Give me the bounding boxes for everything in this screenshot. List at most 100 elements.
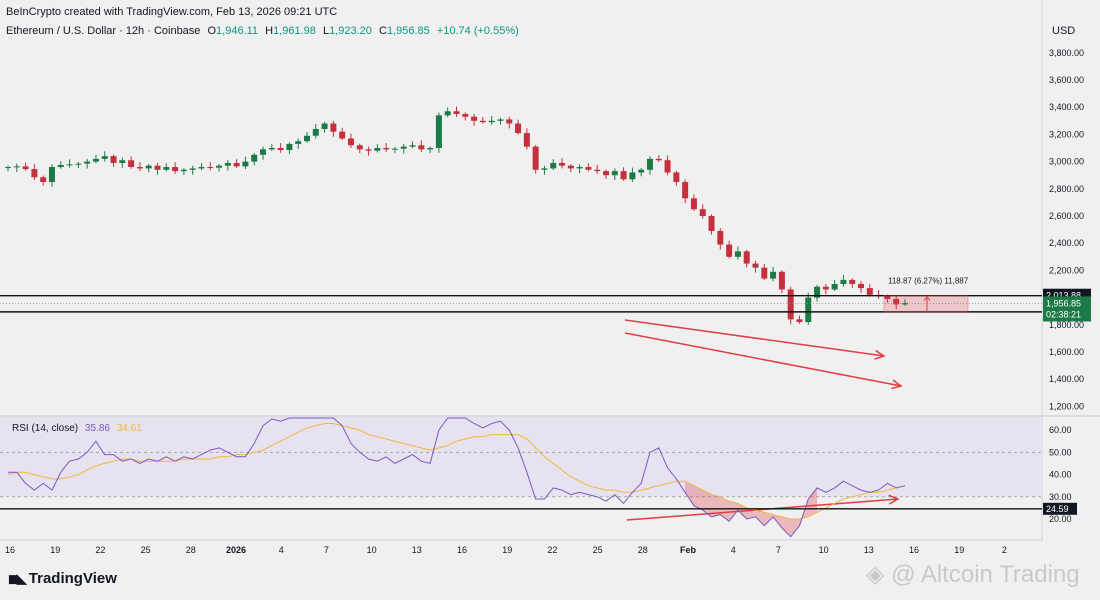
time-tick-label: 4 — [279, 545, 284, 555]
candle-body — [664, 160, 671, 173]
watermark-text: Altcoin Trading — [920, 561, 1080, 588]
candle-body — [690, 198, 697, 210]
creator-note: BeInCrypto created with TradingView.com,… — [6, 6, 338, 18]
candle-body — [277, 148, 284, 151]
candle-body — [233, 162, 240, 167]
candle-body — [717, 230, 724, 245]
tradingview-logo[interactable]: ◼◣ TradingView — [8, 570, 117, 587]
high-label: H — [265, 25, 274, 37]
candle-body — [646, 158, 653, 170]
chart[interactable]: 1,200.001,400.001,600.001,800.002,000.00… — [0, 0, 1100, 600]
candle-body — [603, 171, 609, 176]
rsi-level-label: 24.59 — [1046, 504, 1069, 514]
candle-body — [638, 169, 645, 173]
countdown-label: 02:38:21 — [1046, 309, 1081, 319]
candle-body — [761, 267, 768, 279]
candle-body — [567, 165, 574, 169]
last-price-label: 1,956.85 — [1046, 298, 1081, 308]
time-tick-label: 22 — [95, 545, 105, 555]
price-tick-label: 3,200.00 — [1049, 129, 1084, 139]
time-tick-label: 13 — [864, 545, 874, 555]
time-tick-label: 22 — [547, 545, 557, 555]
rsi-tick-label: 30.00 — [1049, 492, 1072, 502]
candle-body — [260, 149, 267, 155]
time-tick-label: 2026 — [226, 545, 246, 555]
candle-body — [576, 167, 583, 169]
time-tick-label: 16 — [5, 545, 15, 555]
open-label: O — [207, 25, 217, 37]
candle-body — [831, 284, 838, 290]
candle-body — [523, 133, 530, 147]
candle-body — [330, 123, 337, 132]
candle-body — [136, 167, 143, 169]
candle-body — [321, 123, 328, 129]
candle-body — [858, 284, 865, 289]
price-tick-label: 1,400.00 — [1049, 374, 1084, 384]
watermark: ◈ @ Altcoin Trading — [866, 561, 1080, 588]
candle-body — [391, 148, 398, 150]
candle-body — [268, 148, 275, 150]
candles — [5, 106, 908, 325]
time-tick-label: 7 — [776, 545, 781, 555]
close-value: 1,956.85 — [386, 25, 430, 37]
candle-body — [356, 145, 363, 150]
candle-body — [770, 271, 777, 279]
candle-body — [787, 289, 794, 320]
candle-body — [822, 286, 829, 290]
price-tick-label: 3,400.00 — [1049, 102, 1084, 112]
candle-body — [743, 251, 750, 264]
time-tick-label: 10 — [367, 545, 377, 555]
candle-body — [145, 165, 152, 169]
candle-body — [453, 111, 460, 114]
candle-body — [541, 168, 548, 170]
candle-body — [849, 279, 856, 284]
price-tick-label: 2,400.00 — [1049, 238, 1084, 248]
candle-body — [75, 163, 82, 165]
rsi-legend-value: 35.86 — [84, 423, 110, 434]
price-trend-arrow-lower — [624, 332, 902, 387]
candle-body — [409, 145, 416, 147]
candle-body — [374, 148, 381, 151]
time-tick-label: 28 — [186, 545, 196, 555]
price-tick-label: 3,800.00 — [1049, 48, 1084, 58]
candle-body — [339, 131, 346, 139]
currency-label: USD — [1052, 25, 1076, 37]
close-label: C — [378, 25, 387, 37]
candle-body — [31, 169, 38, 178]
candle-body — [629, 172, 636, 180]
candle-body — [383, 148, 390, 150]
symbol-info: Ethereum / U.S. Dollar · 12h · Coinbase … — [6, 25, 519, 37]
candle-body — [840, 279, 847, 284]
candle-body — [655, 158, 662, 161]
candle-body — [620, 171, 627, 180]
symbol-title: Ethereum / U.S. Dollar · 12h · Coinbase — [6, 25, 201, 37]
time-tick-label: 7 — [324, 545, 329, 555]
change-value: +10.74 (+0.55%) — [436, 25, 519, 37]
candle-body — [515, 123, 522, 134]
projection-text: 118.87 (6.27%) 11,887 — [888, 277, 969, 286]
candle-body — [778, 271, 785, 290]
candle-body — [726, 244, 733, 257]
candle-body — [110, 156, 117, 163]
time-tick-label: 19 — [50, 545, 60, 555]
time-tick-label: 13 — [412, 545, 422, 555]
price-trend-arrow-upper — [624, 319, 885, 357]
candle-body — [708, 216, 715, 231]
open-value: 1,946.11 — [216, 25, 259, 37]
candle-body — [866, 288, 873, 295]
time-tick-label: 25 — [141, 545, 151, 555]
candle-body — [347, 138, 354, 146]
time-tick-label: 16 — [457, 545, 467, 555]
candle-body — [497, 119, 504, 121]
candle-body — [427, 148, 434, 150]
candle-body — [304, 135, 310, 142]
time-tick-label: 2 — [1002, 545, 1007, 555]
candle-body — [532, 146, 539, 170]
candle-body — [295, 141, 302, 144]
candle-body — [128, 160, 135, 168]
candle-body — [559, 162, 566, 166]
candle-body — [286, 143, 293, 151]
candle-body — [699, 209, 706, 216]
candle-body — [506, 119, 513, 124]
candle-body — [22, 166, 29, 170]
